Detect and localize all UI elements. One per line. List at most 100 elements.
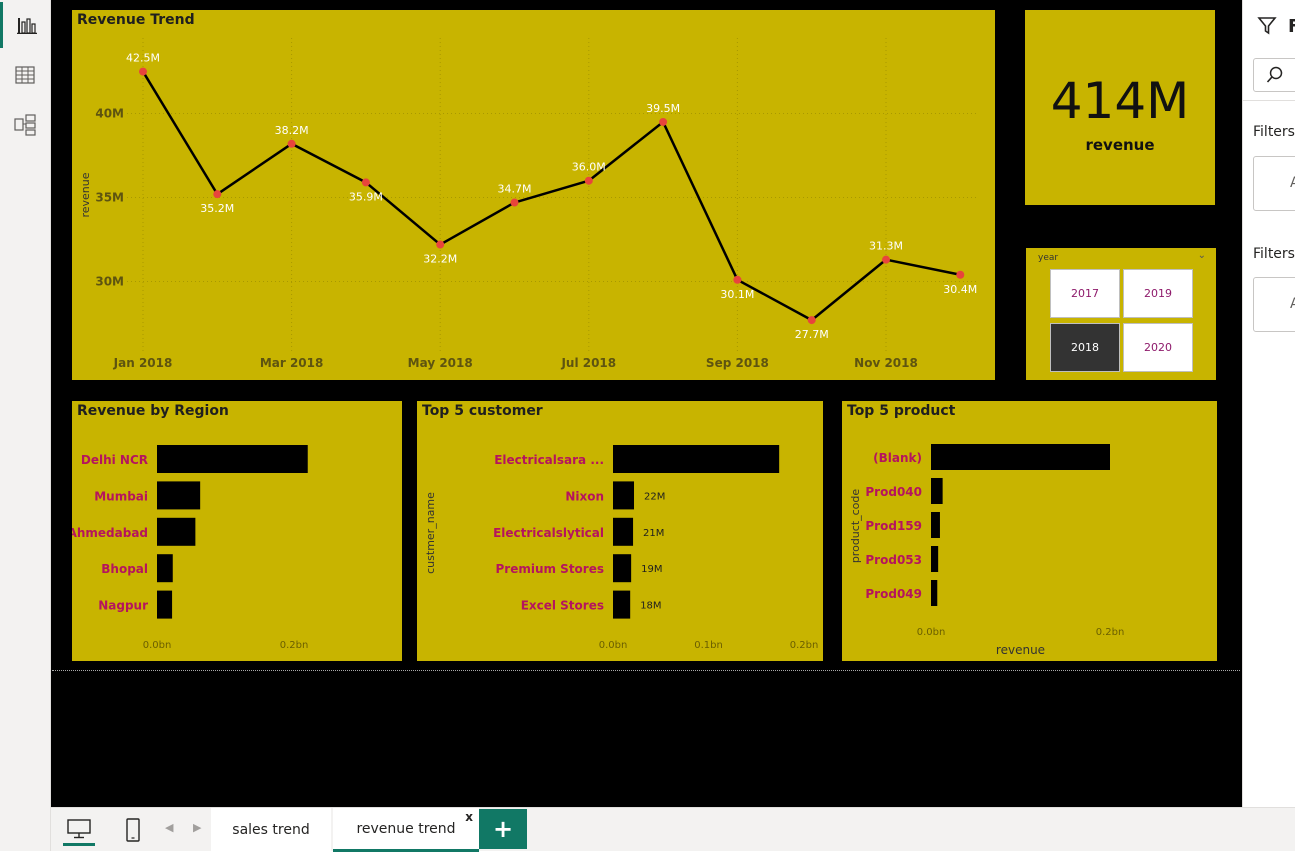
revenue-card[interactable]: 414M revenue <box>1025 10 1215 205</box>
data-point <box>361 178 370 187</box>
bar <box>613 590 631 619</box>
tab-sales-trend[interactable]: sales trend <box>211 808 331 852</box>
category-label: Excel Stores <box>521 599 604 613</box>
bar <box>157 481 201 510</box>
bar <box>931 546 939 572</box>
data-label: 21M <box>643 528 664 539</box>
data-point <box>139 67 147 76</box>
data-label: 35.2M <box>200 202 234 215</box>
data-label: 22M <box>644 491 665 502</box>
model-view-button[interactable] <box>0 102 50 148</box>
tab-label: revenue trend <box>356 820 456 837</box>
top5-product-visual[interactable]: Top 5 product (Blank) Prod040 Prod159 Prod0… <box>842 401 1217 661</box>
region-bar-chart: Delhi NCR Mumbai Ahmedabad Bhopal Nagpur 0.0b… <box>72 445 308 651</box>
data-label: 19M <box>641 564 662 575</box>
phone-icon <box>126 818 140 842</box>
y-tick-label: 30M <box>95 274 124 288</box>
revenue-card-label: revenue <box>1085 136 1155 154</box>
category-label: Premium Stores <box>495 562 604 576</box>
data-label: 27.7M <box>795 328 829 341</box>
category-label: Prod049 <box>865 587 922 601</box>
search-icon <box>1266 66 1283 83</box>
data-label: 36.0M <box>572 161 606 174</box>
bar <box>157 590 173 619</box>
data-point <box>733 275 742 284</box>
x-tick-label: 0.2bn <box>1096 627 1125 638</box>
filters-search-input[interactable] <box>1253 58 1295 92</box>
data-label: 34.7M <box>498 183 532 196</box>
page-boundary-line <box>52 670 1240 671</box>
revenue-by-region-visual[interactable]: Revenue by Region Delhi NCR Mumbai Ahmedab… <box>72 401 402 661</box>
bar <box>931 478 943 504</box>
data-point <box>882 255 890 264</box>
scroll-left-icon[interactable]: ◀ <box>165 821 173 834</box>
x-tick-label: May 2018 <box>408 356 473 370</box>
bar-chart-icon <box>16 18 37 34</box>
revenue-trend-visual[interactable]: Revenue Trend 30M 35M 40M revenue Jan 2018 Ma… <box>72 10 995 380</box>
data-point <box>510 198 519 207</box>
y-axis-title: revenue <box>79 172 92 217</box>
revenue-series-line <box>141 70 961 322</box>
category-label: (Blank) <box>873 451 922 465</box>
slicer-option-2020[interactable]: 2020 <box>1123 323 1193 372</box>
bar <box>613 554 632 583</box>
data-label: 32.2M <box>423 253 457 266</box>
x-tick-label: 0.0bn <box>599 640 628 651</box>
x-axis-title: revenue <box>996 643 1045 657</box>
add-filter-well-all[interactable]: A <box>1253 277 1295 332</box>
data-point <box>659 117 668 126</box>
y-tick-label: 35M <box>95 191 124 205</box>
bar <box>613 481 635 510</box>
year-slicer[interactable]: year ⌄ 2017 2019 2018 2020 <box>1026 248 1216 380</box>
revenue-trend-chart: 30M 35M 40M revenue Jan 2018 Mar 2018 May 2018… <box>79 38 977 370</box>
data-point <box>213 190 222 199</box>
data-label: 18M <box>640 601 661 612</box>
report-view-button[interactable] <box>0 2 50 48</box>
category-label: Prod040 <box>865 485 922 499</box>
bar <box>931 444 1110 470</box>
pane-divider <box>1243 100 1295 101</box>
x-tick-label: 0.0bn <box>143 640 172 651</box>
data-label: 39.5M <box>646 102 680 115</box>
tab-label: sales trend <box>232 822 310 838</box>
customer-bar-chart: Electricalsara ... Nixon 22M Electricalslyt… <box>424 445 819 651</box>
x-tick-label: Mar 2018 <box>260 356 324 370</box>
scroll-right-icon[interactable]: ▶ <box>193 821 201 834</box>
filter-icon <box>1257 17 1277 35</box>
bar <box>613 445 780 473</box>
slicer-option-2017[interactable]: 2017 <box>1050 269 1120 318</box>
report-canvas: Revenue Trend 30M 35M 40M revenue Jan 2018 Ma… <box>51 0 1242 807</box>
bar <box>613 517 634 546</box>
chevron-down-icon[interactable]: ⌄ <box>1198 250 1206 261</box>
x-tick-label: 0.2bn <box>790 640 819 651</box>
data-point <box>584 176 593 185</box>
left-nav <box>0 0 51 851</box>
data-label: 38.2M <box>275 124 309 137</box>
slicer-option-2019[interactable]: 2019 <box>1123 269 1193 318</box>
filters-pane: F Filters A Filters A <box>1242 0 1295 807</box>
product-bar-chart: (Blank) Prod040 Prod159 Prod053 Prod049 0.0bn… <box>849 444 1125 657</box>
slicer-option-2018[interactable]: 2018 <box>1050 323 1120 372</box>
filters-all-pages-label: Filters <box>1253 246 1295 262</box>
top5-customer-visual[interactable]: Top 5 customer Electricalsara ... Nixon 22… <box>417 401 823 661</box>
add-page-button[interactable]: + <box>479 809 527 849</box>
category-label: Mumbai <box>94 489 148 503</box>
x-tick-label: 0.0bn <box>917 627 946 638</box>
data-point <box>956 270 965 279</box>
desktop-layout-button[interactable] <box>63 814 95 846</box>
category-label: Nagpur <box>98 599 148 613</box>
data-view-button[interactable] <box>0 52 50 98</box>
tab-revenue-trend[interactable]: revenue trend x <box>333 808 479 852</box>
data-label: 30.4M <box>943 283 977 296</box>
data-point <box>807 316 816 325</box>
add-filter-well-page[interactable]: A <box>1253 156 1295 211</box>
category-label: Electricalslytical <box>493 526 604 540</box>
category-label: Nixon <box>565 489 604 503</box>
x-tick-label: Nov 2018 <box>854 356 918 370</box>
revenue-card-value: 414M <box>1050 72 1190 130</box>
mobile-layout-button[interactable] <box>119 814 147 846</box>
x-tick-label: 0.1bn <box>694 640 723 651</box>
category-label: Bhopal <box>101 562 148 576</box>
bar <box>931 512 940 538</box>
close-icon[interactable]: x <box>465 810 473 824</box>
